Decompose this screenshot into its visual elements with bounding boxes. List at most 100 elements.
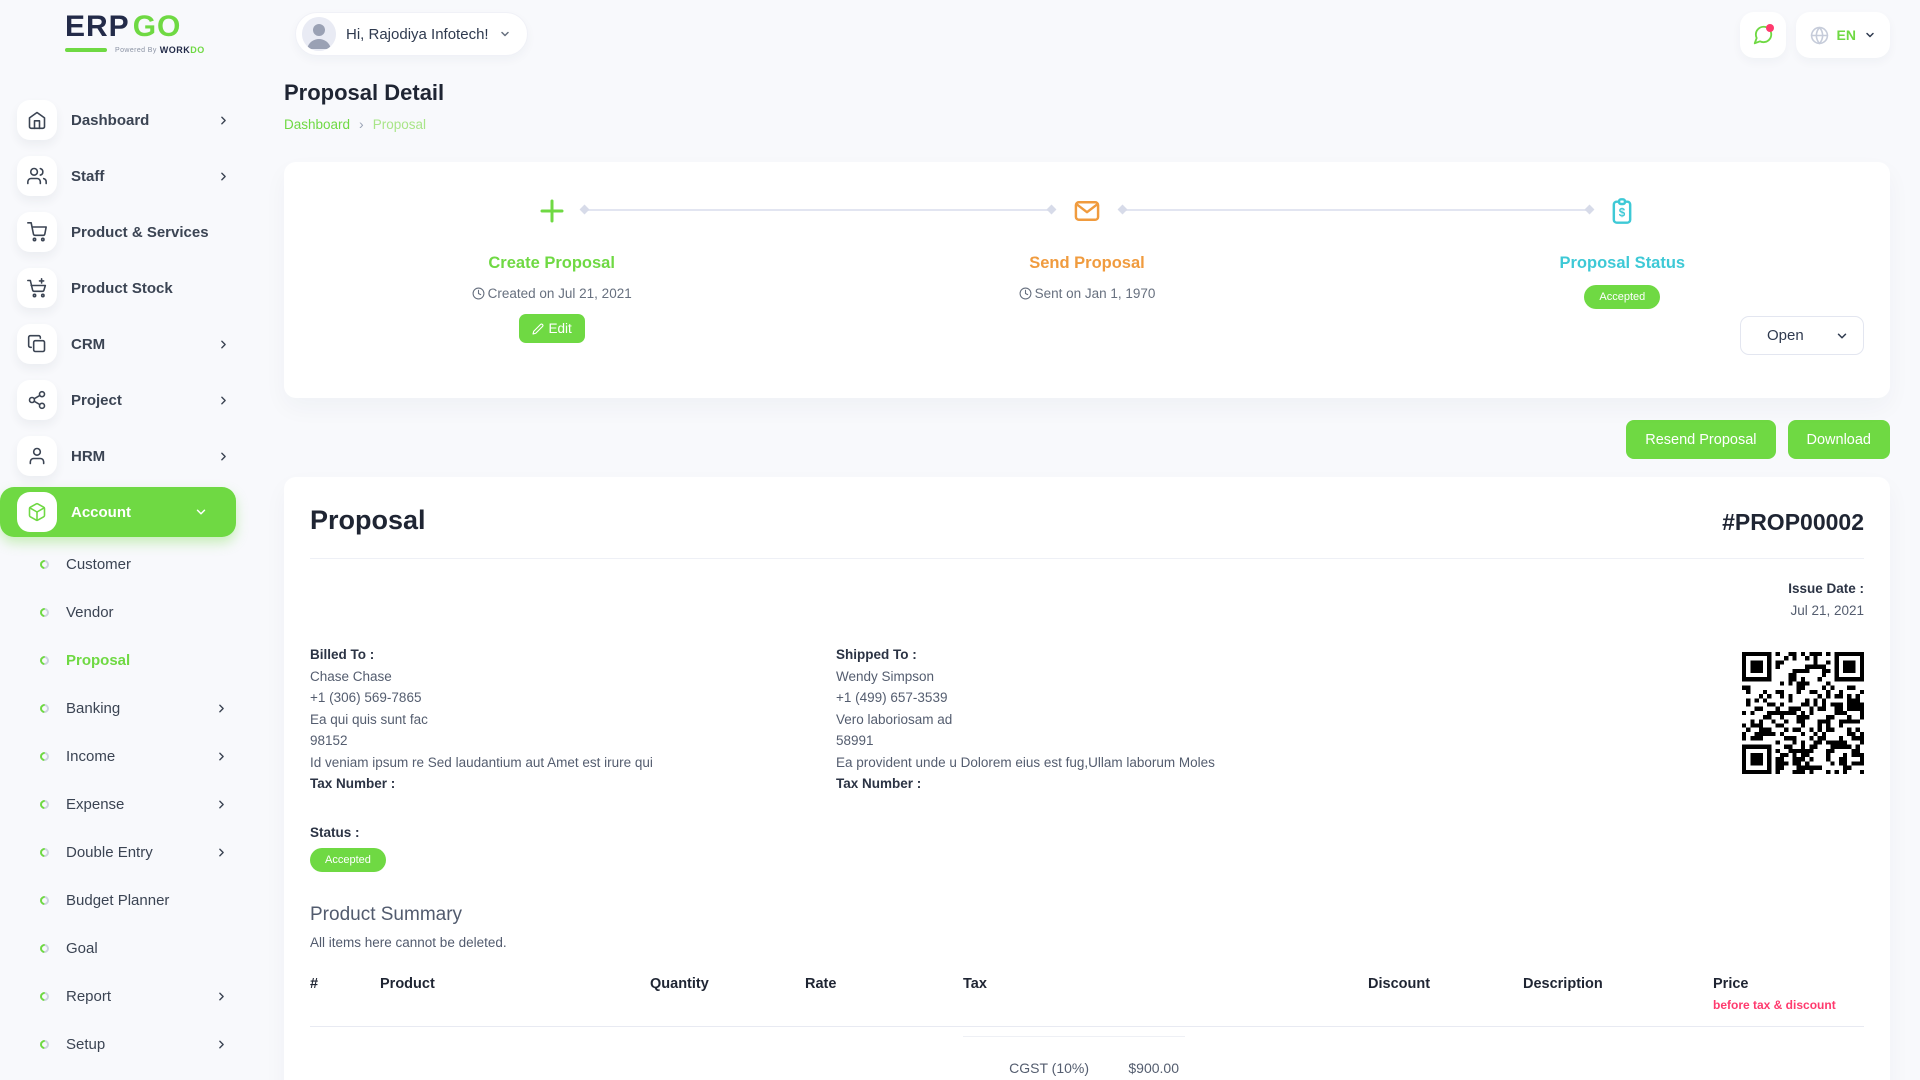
sidebar-item-label: Report: [66, 988, 111, 1005]
sidebar-item-customer[interactable]: Customer: [0, 540, 258, 588]
proposal-status-select[interactable]: Open: [1740, 316, 1864, 355]
issue-date-value: Jul 21, 2021: [310, 603, 1864, 618]
sidebar-item-report[interactable]: Report: [0, 972, 258, 1020]
header-product: Product: [380, 964, 650, 1027]
billed-zip: 98152: [310, 730, 836, 752]
bullet-icon: [38, 894, 51, 907]
sidebar-item-proposal[interactable]: Proposal: [0, 636, 258, 684]
sidebar-item-label: Proposal: [66, 652, 130, 669]
sidebar-item-dashboard[interactable]: Dashboard: [0, 92, 258, 148]
status-badge: Accepted: [310, 848, 386, 872]
sidebar-item-label: Account: [71, 504, 131, 521]
sidebar-item-label: Banking: [66, 700, 120, 717]
billed-name: Chase Chase: [310, 666, 836, 688]
cart-icon: [17, 212, 57, 252]
chevron-right-icon: [217, 170, 230, 183]
sidebar-item-product-stock[interactable]: Product Stock: [0, 260, 258, 316]
notification-dot: [1766, 24, 1774, 32]
chevron-right-icon: [215, 846, 228, 859]
user-menu[interactable]: Hi, Rajodiya Infotech!: [295, 12, 528, 56]
chevron-right-icon: [215, 990, 228, 1003]
sidebar-item-goal[interactable]: Goal: [0, 924, 258, 972]
breadcrumb-dashboard[interactable]: Dashboard: [284, 117, 350, 132]
sidebar-item-banking[interactable]: Banking: [0, 684, 258, 732]
cell-quantity: 1: [650, 1026, 805, 1080]
bullet-icon: [38, 606, 51, 619]
step-connector: [1122, 209, 1590, 211]
language-label: EN: [1837, 27, 1856, 43]
brand-erp: ERP: [65, 10, 130, 43]
sidebar-item-label: Setup: [66, 1036, 105, 1053]
sidebar-item-product-services[interactable]: Product & Services: [0, 204, 258, 260]
chevron-right-icon: [217, 450, 230, 463]
items-table: # Product Quantity Rate Tax Discount Des…: [310, 964, 1864, 1080]
language-selector[interactable]: EN: [1796, 12, 1890, 58]
proposal-heading: Proposal: [310, 505, 426, 536]
bullet-icon: [38, 846, 51, 859]
sidebar-item-project[interactable]: Project: [0, 372, 258, 428]
resend-proposal-button[interactable]: Resend Proposal: [1626, 420, 1775, 459]
chevron-right-icon: [215, 1038, 228, 1051]
status-label: Status :: [310, 825, 1864, 840]
clipboard-dollar-icon: $: [1608, 196, 1636, 226]
edit-proposal-button[interactable]: Edit: [519, 314, 585, 343]
sidebar-item-crm[interactable]: CRM: [0, 316, 258, 372]
breadcrumb-proposal[interactable]: Proposal: [373, 117, 426, 132]
shipped-name: Wendy Simpson: [836, 666, 1362, 688]
sidebar-item-label: Staff: [71, 168, 104, 185]
status-badge: Accepted: [1584, 285, 1660, 309]
chevron-down-icon: [499, 28, 511, 40]
bullet-icon: [38, 558, 51, 571]
chevron-right-icon: [215, 798, 228, 811]
chevron-down-icon: [1835, 329, 1849, 343]
plus-icon: [537, 196, 567, 226]
price-note: before tax & discount: [1713, 998, 1864, 1012]
sidebar-item-hrm[interactable]: HRM: [0, 428, 258, 484]
table-row: 1 Bicycle Accessories 1 $9,000.00 CGST (…: [310, 1026, 1864, 1080]
sidebar-item-label: Goal: [66, 940, 98, 957]
sidebar-item-expense[interactable]: Expense: [0, 780, 258, 828]
step-meta: Created on Jul 21, 2021: [472, 286, 632, 301]
sidebar-item-account[interactable]: Account: [0, 487, 236, 537]
main-content: Proposal Detail Dashboard › Proposal Cre…: [284, 80, 1890, 1080]
status-block: Status : Accepted: [310, 825, 1864, 872]
shipped-phone: +1 (499) 657-3539: [836, 687, 1362, 709]
header-quantity: Quantity: [650, 964, 805, 1027]
product-summary-title: Product Summary: [310, 904, 1864, 926]
brand-workdo: WORK: [160, 45, 191, 55]
cell-price: $9,000.00: [1713, 1026, 1864, 1080]
sidebar-item-income[interactable]: Income: [0, 732, 258, 780]
user-greeting: Hi, Rajodiya Infotech!: [346, 26, 489, 43]
issue-date-block: Issue Date : Jul 21, 2021: [310, 581, 1864, 618]
clock-icon: [1019, 287, 1032, 300]
sidebar-item-vendor[interactable]: Vendor: [0, 588, 258, 636]
brand-go: GO: [133, 10, 182, 43]
sidebar-item-label: Budget Planner: [66, 892, 169, 909]
billed-phone: +1 (306) 569-7865: [310, 687, 836, 709]
bullet-icon: [38, 942, 51, 955]
sidebar-item-label: Expense: [66, 796, 124, 813]
chevron-right-icon: [217, 338, 230, 351]
brand-powered-by: Powered By: [115, 47, 157, 54]
step-title: Proposal Status: [1560, 254, 1686, 273]
divider: [310, 558, 1864, 559]
sidebar-item-setup[interactable]: Setup: [0, 1020, 258, 1068]
shipped-zip: 58991: [836, 730, 1362, 752]
messages-button[interactable]: [1740, 12, 1786, 58]
sidebar-item-double-entry[interactable]: Double Entry: [0, 828, 258, 876]
bullet-icon: [38, 1038, 51, 1051]
cell-tax: CGST (10%)$900.00SGST (5%)$450.00: [963, 1026, 1368, 1080]
cube-icon: [17, 492, 57, 532]
issue-date-label: Issue Date :: [310, 581, 1864, 596]
sidebar-item-label: Double Entry: [66, 844, 153, 861]
users-icon: [17, 156, 57, 196]
svg-text:$: $: [1619, 206, 1626, 219]
download-button[interactable]: Download: [1788, 420, 1891, 459]
step-send-proposal: Send Proposal Sent on Jan 1, 1970: [819, 196, 1354, 343]
sidebar-item-budget-planner[interactable]: Budget Planner: [0, 876, 258, 924]
sidebar-item-label: Project: [71, 392, 122, 409]
clock-icon: [472, 287, 485, 300]
proposal-progress-card: Create Proposal Created on Jul 21, 2021 …: [284, 162, 1890, 398]
sidebar-item-staff[interactable]: Staff: [0, 148, 258, 204]
cell-description: -: [1523, 1026, 1713, 1080]
